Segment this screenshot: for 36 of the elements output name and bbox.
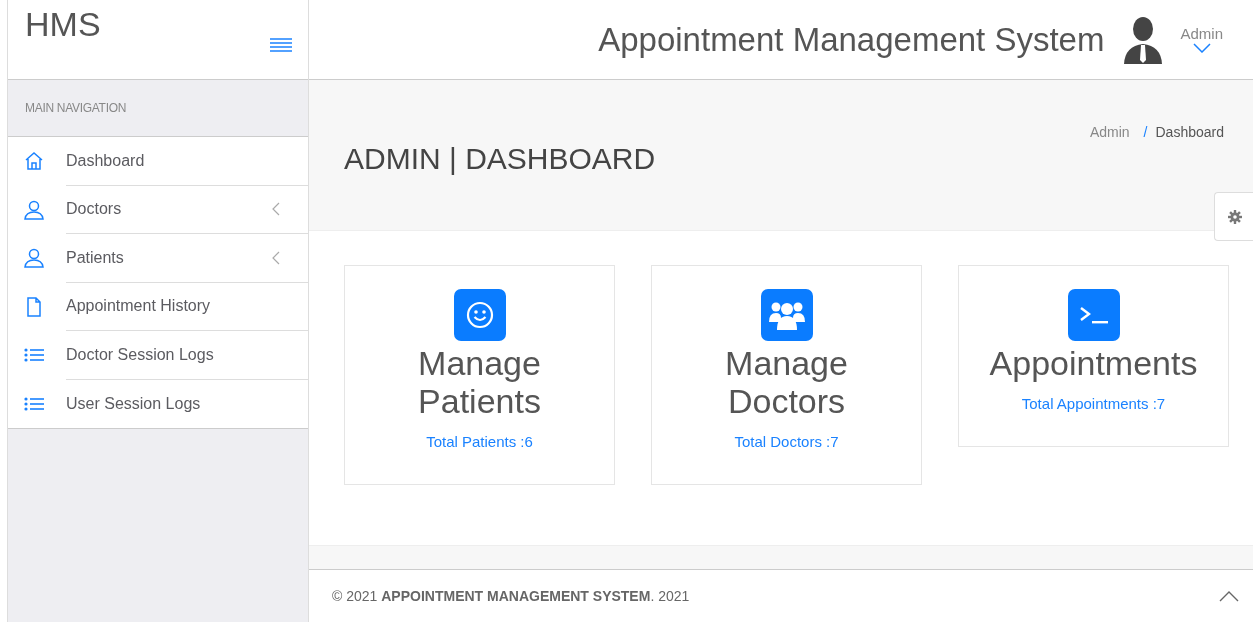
nav-item[interactable]: Patients <box>8 234 308 283</box>
card-link[interactable]: Total Doctors :7 <box>734 433 839 451</box>
card-title: Manage Doctors <box>724 344 849 421</box>
breadcrumb-item: Dashboard <box>1155 124 1224 140</box>
card-link[interactable]: Total Appointments :7 <box>1021 395 1166 413</box>
user-icon <box>24 248 44 269</box>
logo-text: HMS <box>25 6 101 45</box>
settings-button[interactable] <box>1214 192 1253 241</box>
settings-icon <box>1228 209 1242 224</box>
breadcrumb-separator: / <box>1143 124 1148 140</box>
smiley-icon <box>465 301 494 329</box>
chevron-left-icon <box>272 202 280 217</box>
list-icon <box>24 347 44 364</box>
chevron-down-icon <box>1192 42 1211 53</box>
copyright-text: © 2021 APPOINTMENT MANAGEMENT SYSTEM. 2021 <box>332 586 690 606</box>
section-heading: MAIN NAVIGATION <box>25 100 127 117</box>
card-title: Appointments <box>988 344 1199 383</box>
app-title: Appointment Management System <box>598 19 1105 60</box>
user-menu[interactable]: Admin <box>1180 26 1223 53</box>
home-icon <box>24 151 44 172</box>
nav-item[interactable]: Doctors <box>8 185 308 234</box>
users-icon <box>768 300 805 330</box>
file-icon <box>24 296 44 317</box>
menu-icon <box>270 36 292 53</box>
card-title: Manage Patients <box>417 344 542 421</box>
list-icon <box>24 395 44 412</box>
nav-item[interactable]: Appointment History <box>8 282 308 331</box>
nav-item[interactable]: Dashboard <box>8 137 308 186</box>
page-title: ADMIN | DASHBOARD <box>344 141 656 177</box>
nav-item[interactable]: User Session Logs <box>8 379 308 428</box>
card-link[interactable]: Total Patients :6 <box>426 433 533 451</box>
chevron-left-icon <box>272 250 280 265</box>
avatar-icon <box>1122 15 1165 64</box>
user-icon <box>24 199 44 220</box>
nav-item[interactable]: Doctor Session Logs <box>8 331 308 380</box>
chevron-up-icon <box>1219 591 1239 603</box>
